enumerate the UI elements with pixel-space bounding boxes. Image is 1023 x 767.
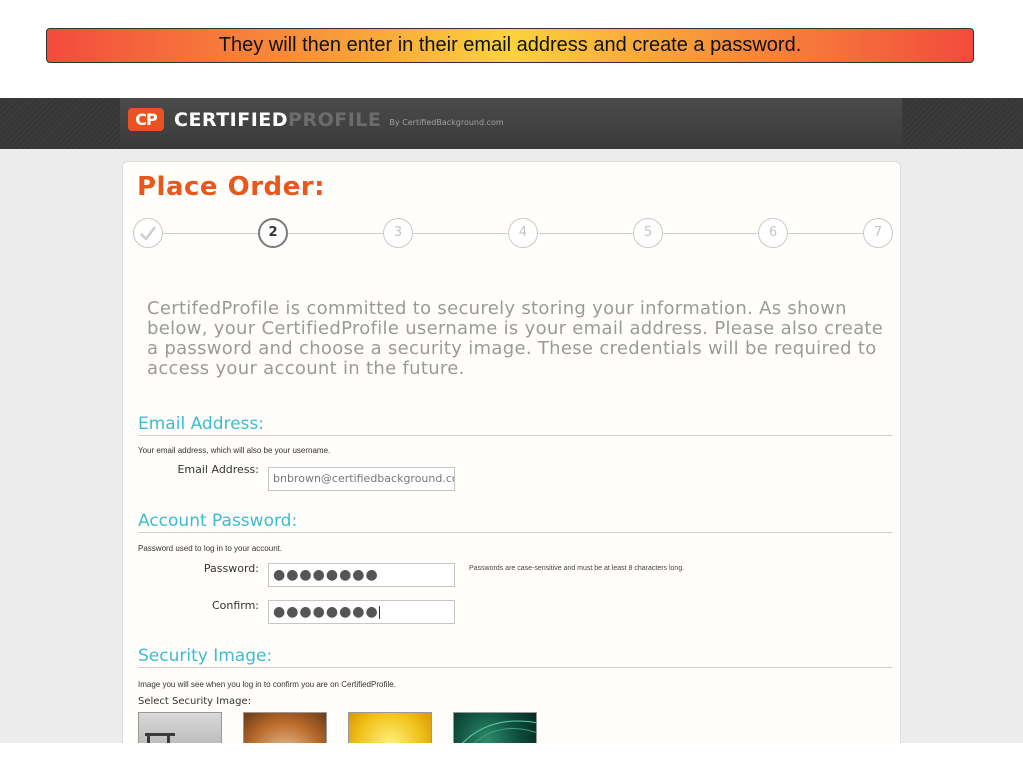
password-label: Password: (203, 562, 259, 575)
password-section-heading: Account Password: (138, 511, 892, 533)
logo-certified: CERTIFIED (174, 108, 289, 131)
logo-mark: CP (128, 108, 164, 131)
step-connector (663, 233, 758, 234)
security-image-option-2[interactable] (243, 712, 327, 743)
step-connector (538, 233, 633, 234)
confirm-value: ●●●●●●●● (273, 604, 379, 620)
step-6[interactable]: 6 (758, 218, 788, 248)
confirm-password-field[interactable]: ●●●●●●●● (268, 600, 455, 624)
brand-logo[interactable]: CP CERTIFIED PROFILE By CertifiedBackgro… (128, 108, 504, 131)
security-section-heading: Security Image: (138, 646, 892, 668)
order-card: Place Order: 2 3 4 5 6 7 CertifedProfile… (122, 161, 901, 743)
password-hint: Passwords are case-sensitive and must be… (469, 565, 685, 572)
security-image-option-1[interactable] (138, 712, 222, 743)
email-help-text: Your email address, which will also be y… (138, 446, 331, 455)
step-2[interactable]: 2 (258, 218, 288, 248)
intro-text: CertifedProfile is committed to securely… (147, 298, 884, 379)
app-screen: CP CERTIFIED PROFILE By CertifiedBackgro… (0, 98, 1023, 743)
email-field[interactable]: bnbrown@certifiedbackground.com (268, 467, 455, 491)
top-bar-inner: CP CERTIFIED PROFILE By CertifiedBackgro… (120, 98, 902, 149)
callout-text: They will then enter in their email addr… (218, 34, 802, 56)
email-section-heading: Email Address: (138, 414, 892, 436)
password-help-text: Password used to log in to your account. (138, 544, 283, 553)
password-field[interactable]: ●●●●●●●● (268, 563, 455, 587)
security-image-option-4[interactable] (453, 712, 537, 743)
page-title: Place Order: (137, 172, 325, 202)
step-connector (288, 233, 383, 234)
security-image-option-3[interactable] (348, 712, 432, 743)
chair-image (145, 733, 175, 743)
step-connector (413, 233, 508, 234)
step-7[interactable]: 7 (863, 218, 893, 248)
step-connector (788, 233, 863, 234)
step-3[interactable]: 3 (383, 218, 413, 248)
checkmark-icon (140, 226, 156, 241)
email-label: Email Address: (177, 463, 259, 476)
step-progress: 2 3 4 5 6 7 (123, 218, 902, 250)
instruction-callout: They will then enter in their email addr… (46, 28, 974, 63)
select-image-label: Select Security Image: (138, 696, 251, 707)
top-bar: CP CERTIFIED PROFILE By CertifiedBackgro… (0, 98, 1023, 149)
security-help-text: Image you will see when you log in to co… (138, 680, 396, 689)
step-1-complete[interactable] (133, 218, 163, 248)
step-connector (163, 233, 258, 234)
abstract-image (462, 720, 536, 743)
text-caret (378, 605, 380, 619)
logo-profile: PROFILE (288, 108, 382, 131)
step-5[interactable]: 5 (633, 218, 663, 248)
logo-byline: By CertifiedBackground.com (389, 118, 504, 127)
step-4[interactable]: 4 (508, 218, 538, 248)
confirm-label: Confirm: (211, 599, 259, 612)
